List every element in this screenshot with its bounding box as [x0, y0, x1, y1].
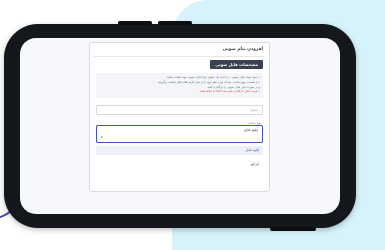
title-input[interactable]: عنوان: [96, 105, 263, 115]
option-operator[interactable]: اپراتور: [96, 160, 263, 169]
type-selected-value: آپلود فایل: [243, 128, 258, 132]
type-select[interactable]: آپلود فایل v: [96, 125, 263, 143]
option-upload-file[interactable]: آپلود فایل: [96, 146, 263, 155]
phone-mockup: افزودن پیام صوتی مشخصات فایل صوتی • نحوه…: [4, 24, 356, 228]
type-search-input[interactable]: v: [101, 135, 103, 139]
section-header: مشخصات فایل صوتی: [210, 60, 263, 69]
instruction-warning: • فرمت فایل بارگذاری شده باید mp3 یا wav…: [198, 89, 260, 94]
add-voice-message-card: افزودن پیام صوتی مشخصات فایل صوتی • نحوه…: [89, 42, 270, 192]
type-options-list: آپلود فایل اپراتور: [96, 146, 263, 169]
phone-volume-down-button: [158, 21, 192, 25]
instructions-box: • نحوه ایجاد فایل صوتی : در ادامه یک عنو…: [96, 73, 263, 98]
phone-power-button: [270, 227, 316, 231]
phone-screen: افزودن پیام صوتی مشخصات فایل صوتی • نحوه…: [20, 38, 340, 214]
card-divider: [94, 56, 265, 57]
card-title: افزودن پیام صوتی: [222, 47, 263, 52]
phone-volume-up-button: [118, 21, 152, 25]
